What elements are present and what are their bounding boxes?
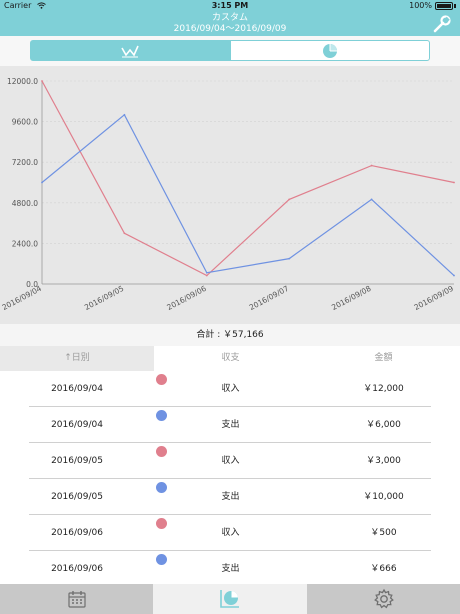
x-tick-label: 2016/09/07: [248, 284, 291, 312]
y-tick-label: 12000.0: [7, 77, 38, 86]
row-type: 収入: [221, 384, 240, 394]
table-row[interactable]: 2016/09/04 収入 ￥12,000: [0, 371, 460, 407]
x-tick-label: 2016/09/08: [330, 284, 373, 312]
table-row[interactable]: 2016/09/04 支出 ￥6,000: [0, 407, 460, 443]
series-point: [41, 80, 43, 82]
sort-by-date-header[interactable]: ↑日別: [0, 346, 154, 371]
status-time: 3:15 PM: [211, 1, 249, 10]
y-tick-label: 2400.0: [12, 239, 38, 248]
line-chart-svg: 0.02400.04800.07200.09600.012000.02016/0…: [1, 77, 456, 312]
row-type: 収入: [221, 456, 240, 466]
transaction-list: 2016/09/04 収入 ￥12,000 2016/09/04 支出 ￥6,0…: [0, 371, 460, 584]
tab-calendar[interactable]: [0, 584, 153, 614]
calendar-icon: [67, 591, 86, 608]
x-tick-label: 2016/09/05: [83, 284, 126, 312]
nav-period: 2016/09/04～2016/09/09: [173, 24, 287, 34]
y-tick-label: 4800.0: [12, 199, 38, 208]
series-point: [288, 198, 291, 201]
row-amount: ￥3,000: [366, 456, 401, 466]
app-root: Carrier 3:15 PM 100% カスタム 2016/09/04～201…: [0, 0, 460, 614]
series-point: [370, 164, 373, 167]
series-line-1: [41, 80, 455, 277]
tab-chart[interactable]: [153, 584, 307, 614]
wrench-icon[interactable]: [432, 14, 452, 34]
nav-bar: カスタム 2016/09/04～2016/09/09: [0, 12, 460, 36]
row-date: 2016/09/04: [51, 384, 103, 394]
table-row[interactable]: 2016/09/05 支出 ￥10,000: [0, 479, 460, 515]
table-row[interactable]: 2016/09/05 収入 ￥3,000: [0, 443, 460, 479]
gear-icon: [373, 588, 394, 609]
y-tick-label: 7200.0: [12, 158, 38, 167]
x-tick-label: 2016/09/06: [165, 284, 208, 312]
type-header[interactable]: 収支: [154, 346, 307, 371]
row-type: 支出: [221, 420, 240, 430]
battery-nub: [454, 4, 456, 8]
chart-type-switch: [0, 36, 460, 66]
row-amount: ￥12,000: [363, 384, 404, 394]
row-amount: ￥6,000: [366, 420, 401, 430]
series-point: [205, 274, 208, 277]
line-chart-segment[interactable]: [30, 40, 230, 61]
row-type: 支出: [221, 564, 240, 574]
status-bar: Carrier 3:15 PM 100%: [0, 0, 460, 12]
chart-icon: [220, 590, 239, 608]
series-point: [453, 181, 455, 184]
row-date: 2016/09/05: [51, 492, 103, 502]
series-point: [41, 181, 43, 184]
row-amount: ￥500: [370, 528, 397, 538]
pie-chart-segment[interactable]: [230, 40, 430, 61]
x-tick-label: 2016/09/09: [413, 284, 456, 312]
row-type: 支出: [221, 492, 240, 502]
row-date: 2016/09/05: [51, 456, 103, 466]
x-tick-label: 2016/09/04: [1, 284, 44, 312]
series-point: [205, 271, 208, 274]
battery-icon: [435, 2, 453, 10]
tab-settings[interactable]: [307, 584, 460, 614]
nav-title: カスタム: [211, 13, 248, 23]
row-date: 2016/09/04: [51, 420, 103, 430]
row-date: 2016/09/06: [51, 528, 103, 538]
row-date: 2016/09/06: [51, 564, 103, 574]
series-point: [453, 274, 455, 277]
table-header: ↑日別 収支 金額: [0, 346, 460, 371]
series-point: [370, 198, 373, 201]
row-amount: ￥666: [370, 564, 397, 574]
table-row[interactable]: 2016/09/06 収入 ￥500: [0, 515, 460, 551]
row-amount: ￥10,000: [363, 492, 404, 502]
table-row[interactable]: 2016/09/06 支出 ￥666: [0, 551, 460, 584]
line-chart: 0.0 2400.0 4800.0 7200.0 9600.0 12000.0 2016/0…: [0, 66, 460, 324]
pie-chart-icon: [323, 43, 337, 58]
battery-group: 100%: [409, 0, 456, 12]
tab-bar: [0, 584, 460, 614]
line-chart-icon: [121, 45, 139, 57]
series-point: [288, 257, 291, 260]
battery-percent: 100%: [409, 1, 432, 10]
series-point: [123, 232, 126, 235]
y-tick-label: 9600.0: [12, 118, 38, 127]
total-label: 合計 : ￥57,166: [0, 324, 460, 346]
row-type: 収入: [221, 528, 240, 538]
amount-header[interactable]: 金額: [307, 346, 460, 371]
series-point: [123, 113, 126, 116]
